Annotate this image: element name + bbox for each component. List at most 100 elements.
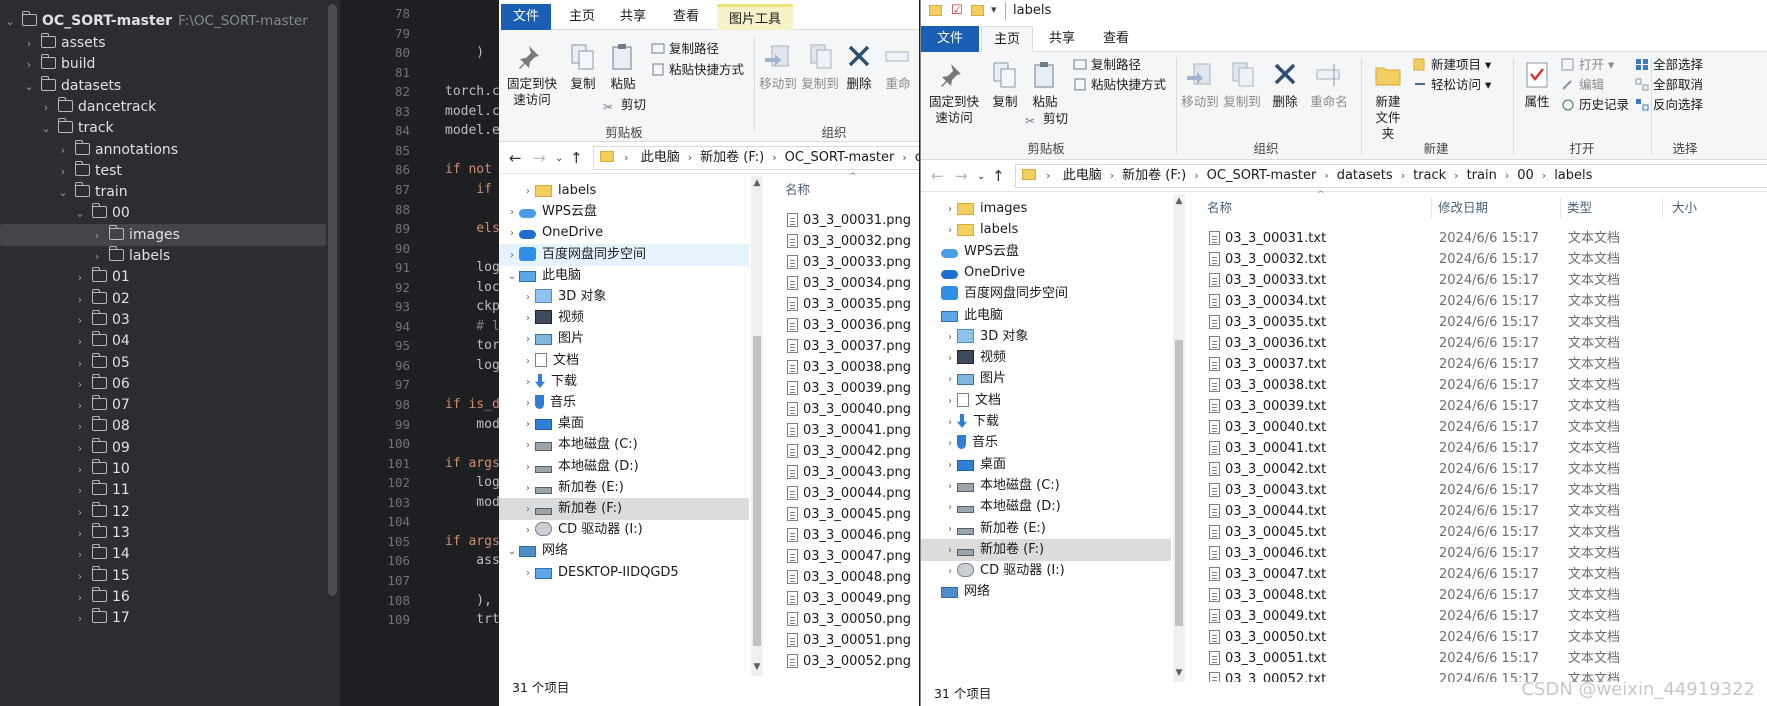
chevron-right-icon[interactable]: › <box>91 225 103 247</box>
breadcrumb[interactable]: › 此电脑›新加卷 (F:)›OC_SORT-master›c <box>593 146 919 170</box>
properties-button[interactable]: 属性 <box>1517 60 1557 110</box>
chevron-down-icon[interactable]: ⌄ <box>57 182 69 204</box>
breadcrumb[interactable]: › 此电脑 › 新加卷 (F:) › OC_SORT-master › datasets › t… <box>1015 164 1767 188</box>
paste-shortcut-button[interactable]: 粘贴快捷方式 <box>651 61 744 79</box>
file-row[interactable]: 03_3_00046.png <box>787 525 911 546</box>
scroll-thumb[interactable] <box>1175 340 1183 626</box>
edit-button[interactable]: 编辑 <box>1561 76 1604 94</box>
chevron-right-icon[interactable]: › <box>74 587 86 609</box>
cut-button[interactable]: ✂ 剪切 <box>1025 110 1068 128</box>
scroll-up-icon[interactable]: ▲ <box>751 178 763 188</box>
scroll-down-icon[interactable]: ▼ <box>1173 668 1185 678</box>
breadcrumb-item[interactable]: 新加卷 (F:) <box>1116 165 1192 187</box>
file-row[interactable]: 03_3_00039.txt 2024/6/6 15:17 文本文档 <box>1209 396 1749 417</box>
chevron-right-icon[interactable]: › <box>57 161 69 183</box>
nav-item[interactable]: › OneDrive <box>499 222 749 244</box>
history-button[interactable]: 历史记录 <box>1561 96 1629 114</box>
tree-item-09[interactable]: › 09 <box>0 437 326 459</box>
file-row[interactable]: 03_3_00032.txt 2024/6/6 15:17 文本文档 <box>1209 249 1749 270</box>
copy-button[interactable]: 复制 <box>563 42 603 92</box>
cut-button[interactable]: ✂ 剪切 <box>603 96 646 114</box>
checkbox-icon[interactable]: ☑ <box>951 3 963 18</box>
nav-item[interactable]: › 文档 <box>921 390 1171 412</box>
breadcrumb-item[interactable]: 此电脑 <box>1057 165 1108 187</box>
paste-shortcut-button[interactable]: 粘贴快捷方式 <box>1073 76 1166 94</box>
file-row[interactable]: 03_3_00048.txt 2024/6/6 15:17 文本文档 <box>1209 585 1749 606</box>
copy-path-button[interactable]: 复制路径 <box>651 40 719 58</box>
copy-path-button[interactable]: 复制路径 <box>1073 56 1141 74</box>
nav-item[interactable]: › 3D 对象 <box>921 326 1171 348</box>
file-row[interactable]: 03_3_00050.png <box>787 609 911 630</box>
chevron-down-icon[interactable]: ⌄ <box>40 118 52 140</box>
chevron-right-icon[interactable]: › <box>943 476 957 498</box>
file-row[interactable]: 03_3_00037.png <box>787 336 911 357</box>
nav-item[interactable]: › 新加卷 (E:) <box>921 518 1171 540</box>
file-row[interactable]: 03_3_00033.txt 2024/6/6 15:17 文本文档 <box>1209 270 1749 291</box>
open-button[interactable]: 打开 ▾ <box>1561 56 1614 74</box>
forward-arrow-icon[interactable]: → <box>533 149 546 167</box>
nav-item[interactable]: › 新加卷 (F:) <box>921 539 1171 561</box>
chevron-right-icon[interactable]: › <box>943 519 957 541</box>
pin-quick-access-button[interactable]: 固定到快速访问 <box>925 60 983 126</box>
chevron-right-icon[interactable]: › <box>74 310 86 332</box>
tree-item-15[interactable]: › 15 <box>0 565 326 587</box>
nav-item[interactable]: 百度网盘同步空间 <box>921 283 1171 305</box>
chevron-right-icon[interactable]: › <box>505 202 519 224</box>
nav-item[interactable]: › CD 驱动器 (I:) <box>499 519 749 541</box>
up-arrow-icon[interactable]: ↑ <box>992 167 1005 185</box>
tab-share[interactable]: 共享 <box>1037 26 1087 52</box>
tree-item-dancetrack[interactable]: › dancetrack <box>0 96 326 118</box>
nav-item[interactable]: OneDrive <box>921 262 1171 284</box>
file-row[interactable]: 03_3_00047.txt 2024/6/6 15:17 文本文档 <box>1209 564 1749 585</box>
chevron-right-icon[interactable]: › <box>57 140 69 162</box>
breadcrumb-item[interactable]: c <box>909 147 919 169</box>
nav-item[interactable]: › 本地磁盘 (C:) <box>921 475 1171 497</box>
column-name[interactable]: 名称 <box>785 176 810 204</box>
nav-item[interactable]: › 图片 <box>921 368 1171 390</box>
nav-item[interactable]: ⌄ 此电脑 <box>499 265 749 287</box>
tab-share[interactable]: 共享 <box>608 4 658 30</box>
chevron-right-icon[interactable]: › <box>23 54 35 76</box>
tree-item-08[interactable]: › 08 <box>0 415 326 437</box>
column-divider[interactable] <box>1560 198 1561 218</box>
nav-item[interactable]: › labels <box>921 219 1171 241</box>
chevron-right-icon[interactable]: › <box>943 348 957 370</box>
nav-item[interactable]: › 视频 <box>921 347 1171 369</box>
file-row[interactable]: 03_3_00041.txt 2024/6/6 15:17 文本文档 <box>1209 438 1749 459</box>
nav-item[interactable]: › 桌面 <box>921 454 1171 476</box>
file-row[interactable]: 03_3_00034.txt 2024/6/6 15:17 文本文档 <box>1209 291 1749 312</box>
chevron-right-icon[interactable]: › <box>943 391 957 413</box>
scroll-thumb[interactable] <box>753 336 761 646</box>
chevron-right-icon[interactable]: › <box>521 563 535 585</box>
qat-dropdown-icon[interactable]: ▾ <box>991 3 997 16</box>
chevron-right-icon[interactable]: › <box>521 499 535 521</box>
file-row[interactable]: 03_3_00049.txt 2024/6/6 15:17 文本文档 <box>1209 606 1749 627</box>
chevron-right-icon[interactable]: › <box>505 223 519 245</box>
chevron-right-icon[interactable]: › <box>943 433 957 455</box>
chevron-down-icon[interactable]: ⌄ <box>505 541 519 563</box>
chevron-right-icon[interactable]: › <box>74 544 86 566</box>
chevron-right-icon[interactable]: › <box>74 566 86 588</box>
nav-item[interactable]: › 下载 <box>921 411 1171 433</box>
tree-item-10[interactable]: › 10 <box>0 458 326 480</box>
file-row[interactable]: 03_3_00051.txt 2024/6/6 15:17 文本文档 <box>1209 648 1749 669</box>
file-row[interactable]: 03_3_00044.txt 2024/6/6 15:17 文本文档 <box>1209 501 1749 522</box>
tree-item-images[interactable]: › images <box>0 224 326 246</box>
tree-item-labels[interactable]: › labels <box>0 245 326 267</box>
chevron-right-icon[interactable]: › <box>943 412 957 434</box>
chevron-right-icon[interactable]: › <box>943 199 957 221</box>
file-row[interactable]: 03_3_00034.png <box>787 273 911 294</box>
paste-button[interactable]: 粘贴 <box>1025 60 1065 110</box>
tab-picture-tools[interactable]: 图片工具 <box>717 4 794 30</box>
breadcrumb-item[interactable]: track <box>1407 165 1452 187</box>
move-to-button[interactable]: 移动到 <box>1179 60 1221 110</box>
chevron-right-icon[interactable]: › <box>74 395 86 417</box>
breadcrumb-item[interactable]: 此电脑 <box>635 147 686 169</box>
copy-button[interactable]: 复制 <box>985 60 1025 110</box>
invert-selection-button[interactable]: 反向选择 <box>1635 96 1703 114</box>
breadcrumb-item[interactable]: datasets <box>1331 165 1399 187</box>
tree-item-02[interactable]: › 02 <box>0 288 326 310</box>
tree-item-07[interactable]: › 07 <box>0 394 326 416</box>
tree-item-03[interactable]: › 03 <box>0 309 326 331</box>
tree-item-17[interactable]: › 17 <box>0 607 326 629</box>
